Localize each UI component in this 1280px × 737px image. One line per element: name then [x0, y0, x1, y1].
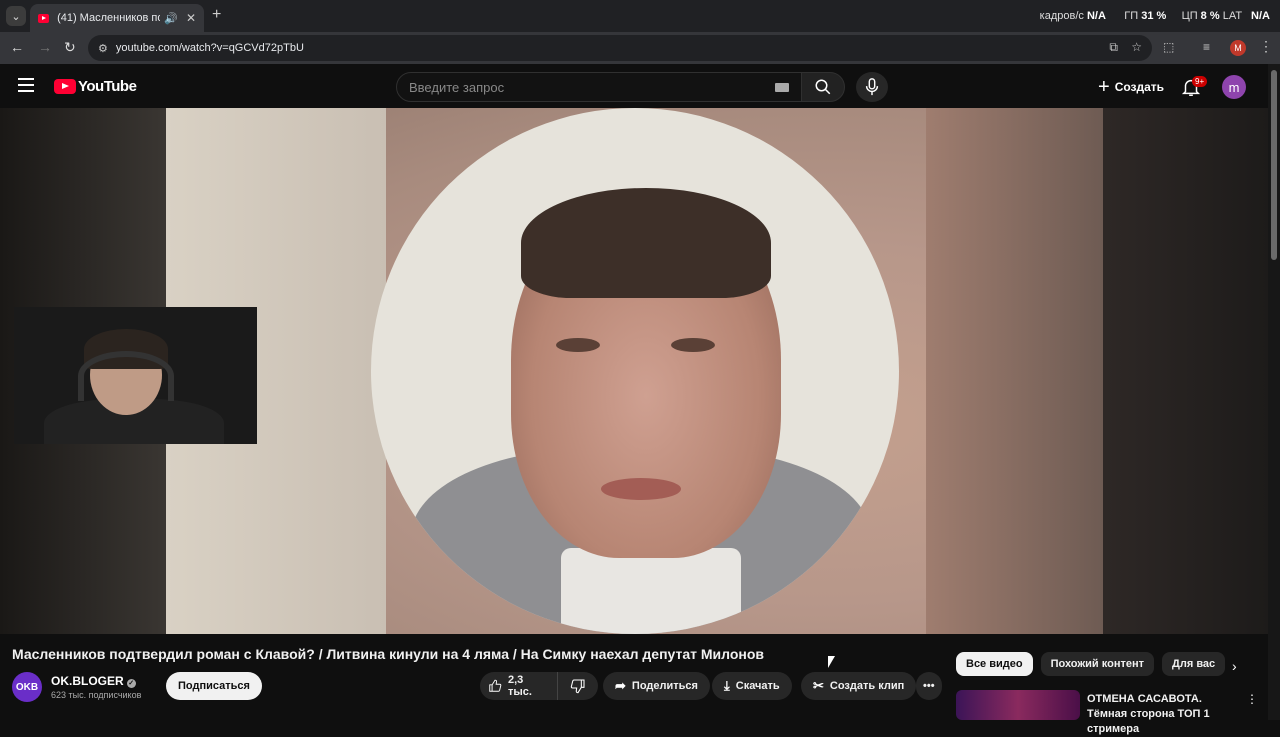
- tab-search-button[interactable]: ⌄: [6, 6, 26, 26]
- channel-avatar[interactable]: OKB: [12, 672, 42, 702]
- close-tab-icon[interactable]: ✕: [186, 11, 196, 25]
- channel-name-text[interactable]: OK.BLOGER: [51, 674, 124, 688]
- channel-name[interactable]: OK.BLOGER ✓: [51, 674, 136, 688]
- speaker-icon[interactable]: 🔊: [164, 12, 178, 25]
- scissors-icon: ✂: [813, 678, 824, 693]
- cast-icon[interactable]: ⧉: [1109, 40, 1118, 55]
- back-arrow-icon[interactable]: ←: [10, 39, 24, 55]
- bookmark-star-icon[interactable]: ☆: [1131, 40, 1142, 54]
- video-pillarbox-right: [1103, 108, 1268, 634]
- menu-icon[interactable]: [18, 78, 34, 92]
- recommendation-chips: Все видео Похожий контент Для вас: [956, 652, 1233, 676]
- chip-all-videos[interactable]: Все видео: [956, 652, 1033, 676]
- address-bar[interactable]: ⚙ youtube.com/watch?v=qGCVd72pTbU ☆ ⧉: [88, 35, 1152, 61]
- new-tab-button[interactable]: +: [212, 6, 221, 24]
- cpu-label: ЦП: [1181, 10, 1198, 22]
- search-icon: [815, 79, 831, 95]
- video-title: Масленников подтвердил роман с Клавой? /…: [12, 646, 765, 662]
- like-count: 2,3 тыс.: [508, 674, 532, 698]
- gpu-label: ГП: [1124, 10, 1139, 22]
- plus-icon: +: [1098, 75, 1110, 98]
- extensions-icon[interactable]: ⬚: [1163, 40, 1174, 54]
- like-dislike-group: 2,3 тыс.: [480, 672, 598, 700]
- shirt-collar: [561, 548, 741, 634]
- performance-overlay: кадров/с N/A ГП 31 % ЦП 8 % LAT N/A: [1040, 10, 1270, 22]
- account-avatar[interactable]: m: [1222, 75, 1246, 99]
- media-control-icon[interactable]: ≡: [1203, 40, 1210, 54]
- youtube-play-icon: [54, 79, 76, 94]
- video-frame: [166, 108, 1103, 634]
- video-info-area: Масленников подтвердил роман с Клавой? /…: [0, 634, 1268, 735]
- share-arrow-icon: ➦: [615, 678, 626, 693]
- circular-video-frame: [371, 108, 899, 634]
- recommendation-thumbnail[interactable]: [956, 690, 1080, 720]
- like-button[interactable]: 2,3 тыс.: [480, 672, 558, 700]
- lat-value: N/A: [1251, 10, 1270, 22]
- person-hair: [521, 188, 771, 298]
- youtube-logo[interactable]: YouTube: [54, 78, 137, 95]
- search-button[interactable]: [801, 72, 845, 102]
- chip-for-you[interactable]: Для вас: [1162, 652, 1226, 676]
- create-label: Создать: [1114, 80, 1165, 94]
- video-player[interactable]: [0, 108, 1268, 634]
- create-button[interactable]: + Создать: [1090, 72, 1172, 102]
- chevron-right-icon[interactable]: ›: [1232, 658, 1237, 674]
- browser-tab-bar: ⌄ (41) Масленников подтвер 🔊 ✕ + кадров/…: [0, 0, 1280, 32]
- chip-related[interactable]: Похожий контент: [1040, 652, 1155, 676]
- youtube-header: YouTube + Создать 9+ m: [0, 64, 1268, 108]
- subscriber-count: 623 тыс. подписчиков: [51, 690, 142, 700]
- youtube-favicon-icon: [38, 13, 50, 23]
- headphones: [78, 351, 174, 401]
- verified-badge-icon: ✓: [126, 679, 136, 688]
- share-label: Поделиться: [631, 680, 698, 692]
- browser-menu-icon[interactable]: ⋮: [1259, 38, 1273, 55]
- scrollbar-thumb[interactable]: [1271, 70, 1277, 260]
- streamer-webcam-overlay: [14, 307, 257, 444]
- blurred-background-right: [926, 108, 1103, 634]
- fps-label: кадров/с: [1039, 10, 1084, 22]
- recommendation-menu-icon[interactable]: ⋮: [1246, 692, 1258, 706]
- more-horizontal-icon: •••: [923, 680, 935, 692]
- dislike-button[interactable]: [558, 678, 598, 694]
- keyboard-icon[interactable]: [775, 83, 789, 92]
- mouse-cursor-icon: [828, 656, 835, 668]
- browser-toolbar: ← → ↻ ⚙ youtube.com/watch?v=qGCVd72pTbU …: [0, 32, 1280, 64]
- notifications-badge: 9+: [1192, 76, 1208, 87]
- download-label: Скачать: [735, 680, 780, 692]
- mouth: [601, 478, 681, 500]
- share-button[interactable]: ➦ Поделиться: [603, 672, 710, 700]
- thumbs-up-icon: [489, 679, 502, 692]
- voice-search-button[interactable]: [856, 72, 888, 102]
- thumbs-down-icon: [570, 679, 585, 694]
- browser-profile-avatar[interactable]: M: [1230, 40, 1246, 56]
- left-eye: [556, 338, 600, 352]
- more-actions-button[interactable]: •••: [916, 672, 942, 700]
- gpu-value: 31 %: [1141, 10, 1167, 22]
- logo-text: YouTube: [78, 78, 137, 95]
- recommendation-title[interactable]: ОТМЕНА САСАВОТА. Тёмная сторона ТОП 1 ст…: [1087, 692, 1237, 737]
- reload-icon[interactable]: ↻: [64, 39, 76, 56]
- microphone-icon: [865, 78, 879, 96]
- page-scrollbar[interactable]: [1268, 64, 1280, 720]
- subscribe-button[interactable]: Подписаться: [166, 672, 262, 700]
- create-clip-button[interactable]: ✂ Создать клип: [801, 672, 917, 700]
- download-icon: ⤓: [724, 678, 730, 693]
- site-info-icon[interactable]: ⚙: [98, 42, 108, 55]
- fps-value: N/A: [1086, 10, 1106, 22]
- search-input[interactable]: [409, 79, 749, 95]
- tab-title: (41) Масленников подтвер: [57, 12, 160, 24]
- clip-label: Создать клип: [829, 680, 905, 692]
- download-button[interactable]: ⤓ Скачать: [712, 672, 792, 700]
- cpu-value: 8 %: [1200, 10, 1220, 22]
- forward-arrow-icon[interactable]: →: [38, 39, 52, 55]
- url-text[interactable]: youtube.com/watch?v=qGCVd72pTbU: [116, 42, 304, 54]
- browser-tab-active[interactable]: (41) Масленников подтвер 🔊 ✕: [30, 4, 204, 32]
- right-eye: [671, 338, 715, 352]
- lat-label: LAT: [1222, 10, 1242, 22]
- search-box: [396, 72, 802, 102]
